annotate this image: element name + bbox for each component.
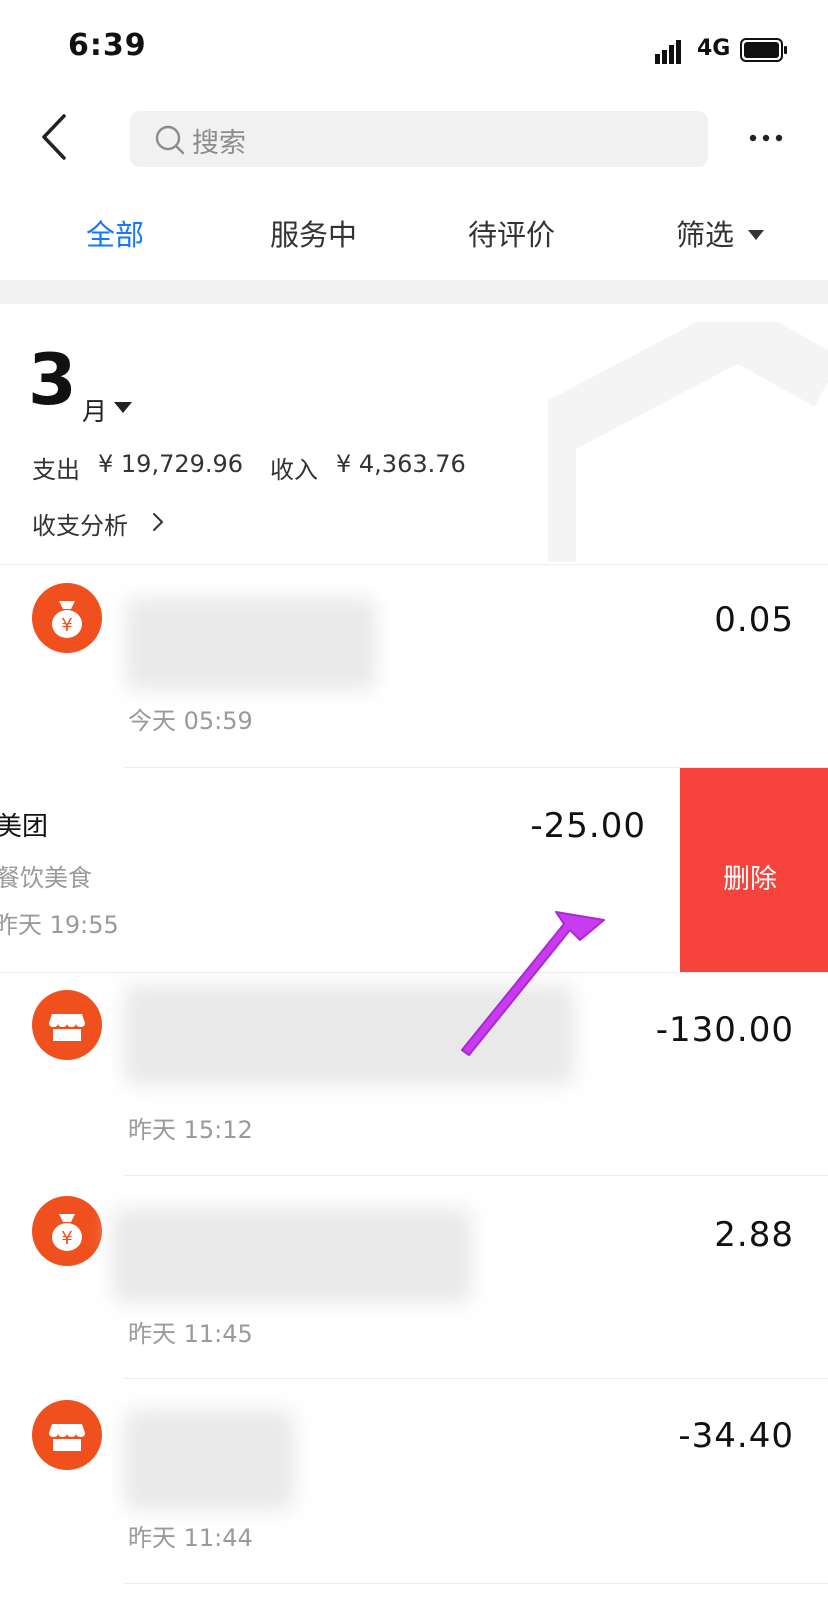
status-time: 6:39 [68, 28, 147, 63]
month-number[interactable]: 3 [28, 345, 77, 415]
income-value: ¥ 4,363.76 [336, 450, 466, 478]
transaction-amount: -34.40 [678, 1416, 794, 1456]
section-divider [0, 280, 828, 304]
chevron-right-icon[interactable] [152, 512, 164, 532]
store-icon [32, 990, 102, 1060]
transaction-time: 昨天 15:12 [128, 1116, 253, 1144]
delete-label[interactable]: 删除 [723, 857, 777, 896]
tab-in-service[interactable]: 服务中 [270, 212, 357, 254]
money-bag-icon: ¥ [32, 1196, 102, 1266]
month-unit[interactable]: 月 [82, 392, 107, 428]
search-icon [155, 125, 185, 155]
transaction-time: 昨天 19:55 [0, 911, 119, 939]
transaction-category: 餐饮美食 [0, 864, 92, 892]
caret-down-icon [748, 230, 764, 240]
transaction-time: 昨天 11:45 [128, 1320, 253, 1348]
transaction-time: 昨天 11:44 [128, 1524, 253, 1552]
money-bag-icon: ¥ [32, 583, 102, 653]
transaction-amount: 2.88 [714, 1215, 794, 1255]
transaction-row[interactable] [0, 565, 828, 767]
transaction-amount: -25.00 [530, 806, 646, 846]
expense-label: 支出 [32, 456, 80, 484]
network-type: 4G [697, 36, 731, 61]
expense-value: ¥ 19,729.96 [98, 450, 244, 478]
svg-text:¥: ¥ [61, 615, 72, 636]
income-expense-analysis-link[interactable]: 收支分析 [32, 506, 128, 541]
tab-filter[interactable]: 筛选 [676, 212, 734, 254]
back-chevron-icon[interactable] [38, 112, 72, 162]
caret-down-icon[interactable] [114, 402, 132, 413]
tab-all[interactable]: 全部 [86, 212, 144, 254]
transaction-time: 今天 05:59 [128, 707, 253, 735]
store-icon [32, 1400, 102, 1470]
signal-icon [655, 40, 681, 64]
annotation-arrow-icon [461, 911, 605, 1056]
blurred-merchant-name [124, 1410, 294, 1510]
battery-icon [740, 38, 787, 62]
svg-text:¥: ¥ [61, 1228, 72, 1249]
blurred-merchant-name [112, 1208, 472, 1303]
search-placeholder: 搜索 [192, 128, 246, 159]
income-label: 收入 [270, 456, 318, 484]
more-dots-icon[interactable] [748, 120, 784, 156]
transaction-amount: 0.05 [714, 600, 794, 640]
background-watermark-shape [548, 322, 828, 562]
tab-pending-review[interactable]: 待评价 [468, 212, 555, 254]
blurred-merchant-name [126, 598, 376, 690]
transaction-merchant: 美团 [0, 812, 49, 842]
divider [124, 1583, 828, 1584]
transaction-amount: -130.00 [655, 1010, 794, 1050]
